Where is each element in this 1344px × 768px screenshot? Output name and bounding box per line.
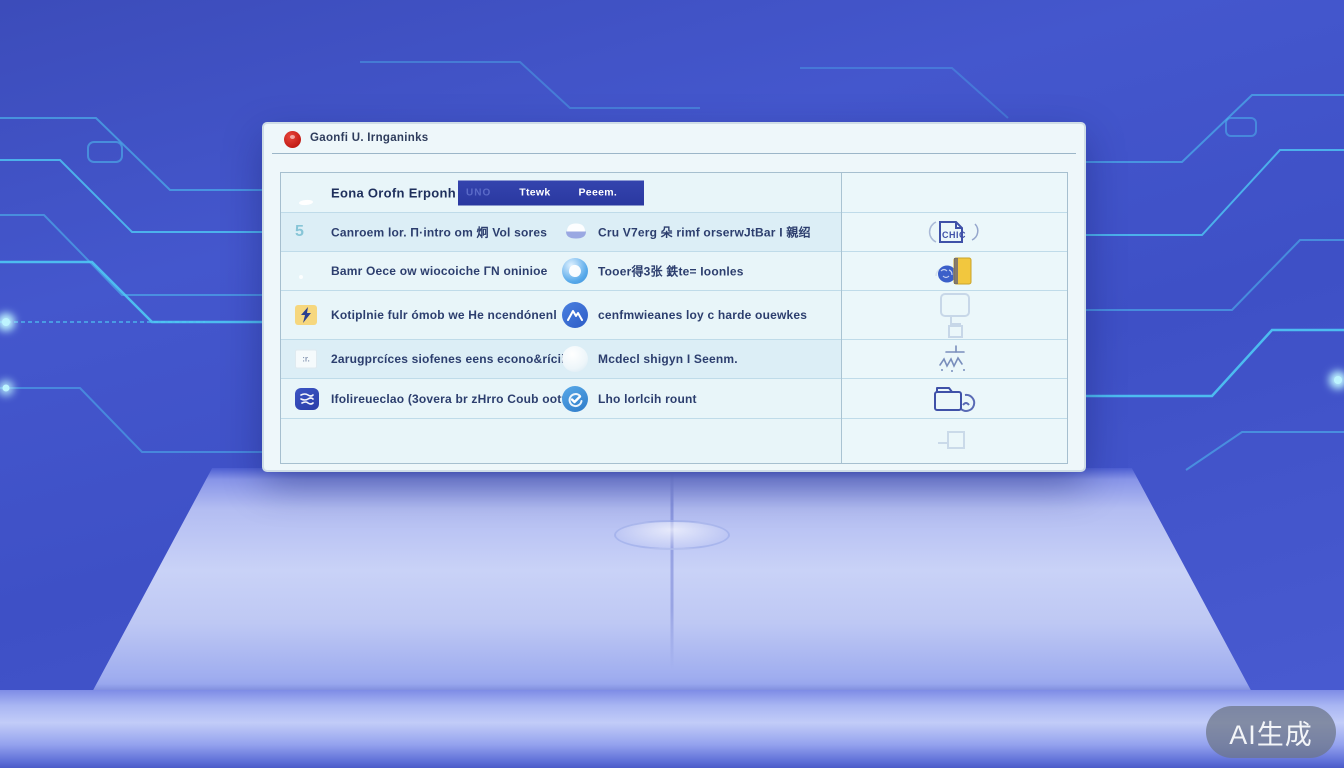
- sketch-five-icon: 5: [295, 223, 304, 241]
- sketch-column: CHIC: [841, 173, 1067, 463]
- scribble-sketch-icon: [842, 340, 1067, 378]
- mountain-circle-icon: [562, 302, 588, 328]
- sketch-row: CHIC: [842, 213, 1067, 252]
- folder-color-icon: [842, 252, 1067, 290]
- list-item[interactable]: Eona Orofn Erponh Laom UNO Ttewk Peeem.: [281, 173, 841, 213]
- content-panel: Eona Orofn Erponh Laom UNO Ttewk Peeem. …: [280, 172, 1068, 464]
- laptop-base: [90, 468, 1254, 696]
- item-label: Ifolireueclao (3overa br zHrro Coub ootf…: [331, 392, 580, 406]
- faint-glyph-icon: :r.: [295, 350, 317, 369]
- list-item[interactable]: :r. 2arugprcíces siofenes eens econo&ríc…: [281, 340, 841, 379]
- sketch-row: [842, 379, 1067, 419]
- square-sketch-icon: [842, 419, 1067, 463]
- yellow-bolt-icon: [295, 305, 317, 325]
- sketch-row: [842, 340, 1067, 379]
- ai-generated-watermark: AI生成: [1206, 706, 1336, 758]
- banner-ghost-text: UNO: [466, 187, 491, 198]
- laptop-seam: [671, 468, 674, 669]
- app-window: Gaonfi U. Irnganinks Eona Orofn Erponh L…: [264, 124, 1084, 470]
- item-label: 2arugprcíces siofenes eens econo&ríciing…: [331, 352, 587, 366]
- item-sublabel: Tooer得3张 鉄te= Ioonles: [598, 263, 744, 280]
- desk-surface: [0, 690, 1344, 768]
- list-item[interactable]: Kotiplnie fulr ómob we He ncendónenl cen…: [281, 291, 841, 340]
- banner-secondary-button[interactable]: Peeem.: [579, 187, 618, 199]
- item-label: Kotiplnie fulr ómob we He ncendónenl: [331, 308, 557, 322]
- scene: Gaonfi U. Irnganinks Eona Orofn Erponh L…: [0, 0, 1344, 768]
- sketch-row: [842, 252, 1067, 291]
- blue-orb-icon: [562, 258, 588, 284]
- monitor-sketch-icon: [842, 291, 1067, 339]
- list-item[interactable]: Bamr Oece ow wiocoiche ΓN oninioe Tooer得…: [281, 252, 841, 291]
- cloud-icon: [562, 219, 590, 246]
- item-sublabel: cenfmwieanes loy c harde ouewkes: [598, 308, 807, 322]
- white-orb-icon: [562, 346, 588, 372]
- app-logo-icon: [284, 131, 301, 148]
- window-titlebar: Gaonfi U. Irnganinks: [264, 124, 1084, 155]
- list-item[interactable]: Ifolireueclao (3overa br zHrro Coub ootf…: [281, 379, 841, 419]
- laptop-hinge-oval: [614, 520, 730, 550]
- highlight-banner: UNO Ttewk Peeem.: [458, 180, 644, 205]
- item-sublabel: Mcdecl shigyn I Seenm.: [598, 352, 738, 366]
- item-sublabel: Cru V7erg 朵 rimf orserwJtBar I 親绍: [598, 224, 811, 241]
- sketch-row: [842, 291, 1067, 340]
- check-circle-icon: [562, 386, 588, 412]
- titlebar-divider: [272, 153, 1076, 154]
- item-label: Canroem lor. Π·intro om 炯 Vol sores: [331, 224, 547, 241]
- banner-primary-button[interactable]: Ttewk: [519, 187, 550, 199]
- sketch-row: [842, 173, 1067, 213]
- list-item-empty: [281, 419, 841, 463]
- svg-text:CHIC: CHIC: [942, 230, 966, 240]
- item-label: Bamr Oece ow wiocoiche ΓN oninioe: [331, 264, 548, 278]
- folder-sketch-icon: [842, 379, 1067, 418]
- item-list: Eona Orofn Erponh Laom UNO Ttewk Peeem. …: [281, 173, 841, 463]
- document-sketch-icon: CHIC: [842, 213, 1067, 251]
- list-item[interactable]: 5 Canroem lor. Π·intro om 炯 Vol sores Cr…: [281, 213, 841, 252]
- item-sublabel: Lho lorlcih rount: [598, 392, 697, 406]
- sketch-row: [842, 419, 1067, 463]
- window-title: Gaonfi U. Irnganinks: [310, 132, 428, 144]
- blue-knot-icon: [295, 388, 319, 410]
